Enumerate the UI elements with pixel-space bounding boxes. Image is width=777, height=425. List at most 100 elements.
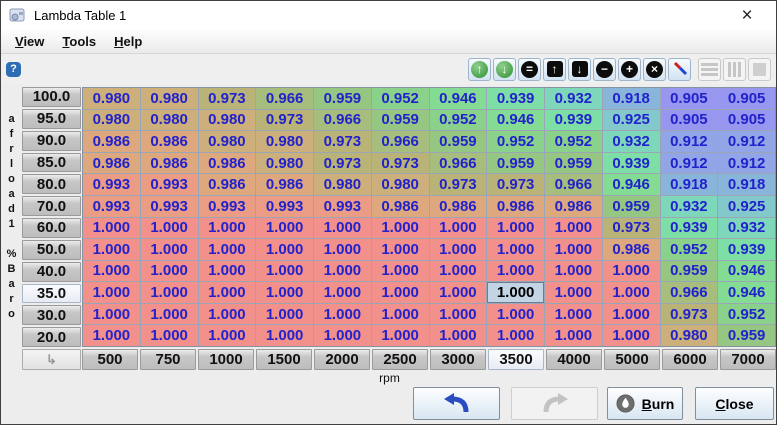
- table-cell[interactable]: 0.980: [661, 325, 718, 346]
- table-cell[interactable]: 1.000: [83, 218, 140, 239]
- table-cell[interactable]: 0.932: [603, 131, 660, 152]
- row-header[interactable]: 20.0: [22, 327, 81, 347]
- decrease-selected-button[interactable]: ↓: [493, 58, 516, 81]
- table-cell[interactable]: 0.980: [141, 110, 198, 131]
- table-cell[interactable]: 0.973: [314, 153, 371, 174]
- table-cell[interactable]: 0.986: [83, 131, 140, 152]
- row-header[interactable]: 60.0: [22, 218, 81, 238]
- table-cell[interactable]: 0.980: [372, 174, 429, 195]
- column-header[interactable]: 2000: [314, 349, 370, 370]
- table-cell[interactable]: 0.993: [83, 174, 140, 195]
- table-cell[interactable]: 0.980: [199, 110, 256, 131]
- table-cell[interactable]: 0.946: [487, 110, 544, 131]
- table-cell[interactable]: 0.912: [718, 153, 775, 174]
- table-cell[interactable]: 1.000: [487, 239, 544, 260]
- menu-view[interactable]: View: [6, 32, 53, 51]
- add-button[interactable]: +: [618, 58, 641, 81]
- table-cell[interactable]: 0.952: [372, 88, 429, 109]
- table-cell[interactable]: 0.959: [487, 153, 544, 174]
- table-cell[interactable]: 0.946: [718, 282, 775, 303]
- table-cell[interactable]: 0.918: [603, 88, 660, 109]
- table-cell[interactable]: 1.000: [430, 325, 487, 346]
- table-cell[interactable]: 0.986: [372, 196, 429, 217]
- table-cell[interactable]: 1.000: [372, 218, 429, 239]
- multiply-button[interactable]: ×: [643, 58, 666, 81]
- table-cell[interactable]: 0.952: [487, 131, 544, 152]
- row-header[interactable]: 40.0: [22, 262, 81, 282]
- table-cell[interactable]: 0.980: [199, 131, 256, 152]
- table-cell[interactable]: 0.986: [430, 196, 487, 217]
- table-cell[interactable]: 0.973: [430, 174, 487, 195]
- subtract-button[interactable]: −: [593, 58, 616, 81]
- column-header[interactable]: 2500: [372, 349, 428, 370]
- table-cell[interactable]: 0.932: [661, 196, 718, 217]
- table-cell[interactable]: 0.939: [545, 110, 602, 131]
- column-header[interactable]: 750: [140, 349, 196, 370]
- table-cell[interactable]: 1.000: [83, 304, 140, 325]
- column-header[interactable]: 1000: [198, 349, 254, 370]
- table-cell[interactable]: 0.939: [718, 239, 775, 260]
- row-header[interactable]: 85.0: [22, 153, 81, 173]
- table-cell[interactable]: 1.000: [256, 261, 313, 282]
- table-cell[interactable]: 1.000: [603, 325, 660, 346]
- row-header[interactable]: 90.0: [22, 131, 81, 151]
- table-cell[interactable]: 1.000: [545, 261, 602, 282]
- table-cell[interactable]: 0.993: [83, 196, 140, 217]
- table-cell[interactable]: 0.986: [545, 196, 602, 217]
- table-cell[interactable]: 1.000: [430, 239, 487, 260]
- table-cell[interactable]: 0.912: [661, 131, 718, 152]
- table-cell[interactable]: 0.980: [83, 88, 140, 109]
- row-header[interactable]: 70.0: [22, 196, 81, 216]
- table-cell[interactable]: 1.000: [430, 304, 487, 325]
- table-cell[interactable]: 0.980: [256, 131, 313, 152]
- table-cell[interactable]: 0.946: [603, 174, 660, 195]
- table-cell[interactable]: 0.973: [661, 304, 718, 325]
- table-cell[interactable]: 0.946: [718, 261, 775, 282]
- table-cell[interactable]: 1.000: [545, 325, 602, 346]
- table-cell[interactable]: 1.000: [314, 304, 371, 325]
- table-cell[interactable]: 1.000: [256, 218, 313, 239]
- table-cell[interactable]: 0.925: [718, 196, 775, 217]
- table-cell[interactable]: 1.000: [487, 218, 544, 239]
- table-cell[interactable]: 1.000: [314, 218, 371, 239]
- table-cell[interactable]: 0.918: [661, 174, 718, 195]
- table-cell[interactable]: 0.986: [199, 174, 256, 195]
- table-cell[interactable]: 0.946: [430, 88, 487, 109]
- table-cell-selected[interactable]: 1.000: [487, 282, 544, 303]
- table-cell[interactable]: 1.000: [487, 261, 544, 282]
- close-window-icon[interactable]: ×: [734, 3, 760, 29]
- table-cell[interactable]: 0.980: [83, 110, 140, 131]
- table-cell[interactable]: 1.000: [545, 282, 602, 303]
- table-cell[interactable]: 0.905: [718, 110, 775, 131]
- increase-selected-button[interactable]: ↑: [468, 58, 491, 81]
- edit-cell-button[interactable]: [668, 58, 691, 81]
- table-cell[interactable]: 0.952: [545, 131, 602, 152]
- interpolate-block-button[interactable]: [748, 58, 771, 81]
- column-header[interactable]: 3000: [430, 349, 486, 370]
- table-cell[interactable]: 1.000: [256, 304, 313, 325]
- table-cell[interactable]: 1.000: [603, 282, 660, 303]
- table-cell[interactable]: 0.959: [603, 196, 660, 217]
- interpolate-rows-button[interactable]: [698, 58, 721, 81]
- table-cell[interactable]: 0.966: [256, 88, 313, 109]
- help-icon[interactable]: ?: [6, 62, 21, 77]
- table-cell[interactable]: 1.000: [314, 282, 371, 303]
- table-cell[interactable]: 1.000: [430, 282, 487, 303]
- table-cell[interactable]: 0.959: [661, 261, 718, 282]
- table-cell[interactable]: 0.973: [372, 153, 429, 174]
- table-cell[interactable]: 1.000: [603, 304, 660, 325]
- row-header[interactable]: 100.0: [22, 87, 81, 107]
- table-cell[interactable]: 1.000: [487, 304, 544, 325]
- table-cell[interactable]: 1.000: [372, 239, 429, 260]
- table-cell[interactable]: 0.918: [718, 174, 775, 195]
- table-cell[interactable]: 1.000: [372, 282, 429, 303]
- redo-button[interactable]: [511, 387, 598, 420]
- table-cell[interactable]: 0.959: [430, 131, 487, 152]
- table-cell[interactable]: 0.986: [83, 153, 140, 174]
- table-cell[interactable]: 0.925: [603, 110, 660, 131]
- table-cell[interactable]: 1.000: [141, 304, 198, 325]
- table-cell[interactable]: 0.973: [603, 218, 660, 239]
- table-cell[interactable]: 1.000: [545, 239, 602, 260]
- column-header[interactable]: 6000: [662, 349, 718, 370]
- table-cell[interactable]: 0.966: [545, 174, 602, 195]
